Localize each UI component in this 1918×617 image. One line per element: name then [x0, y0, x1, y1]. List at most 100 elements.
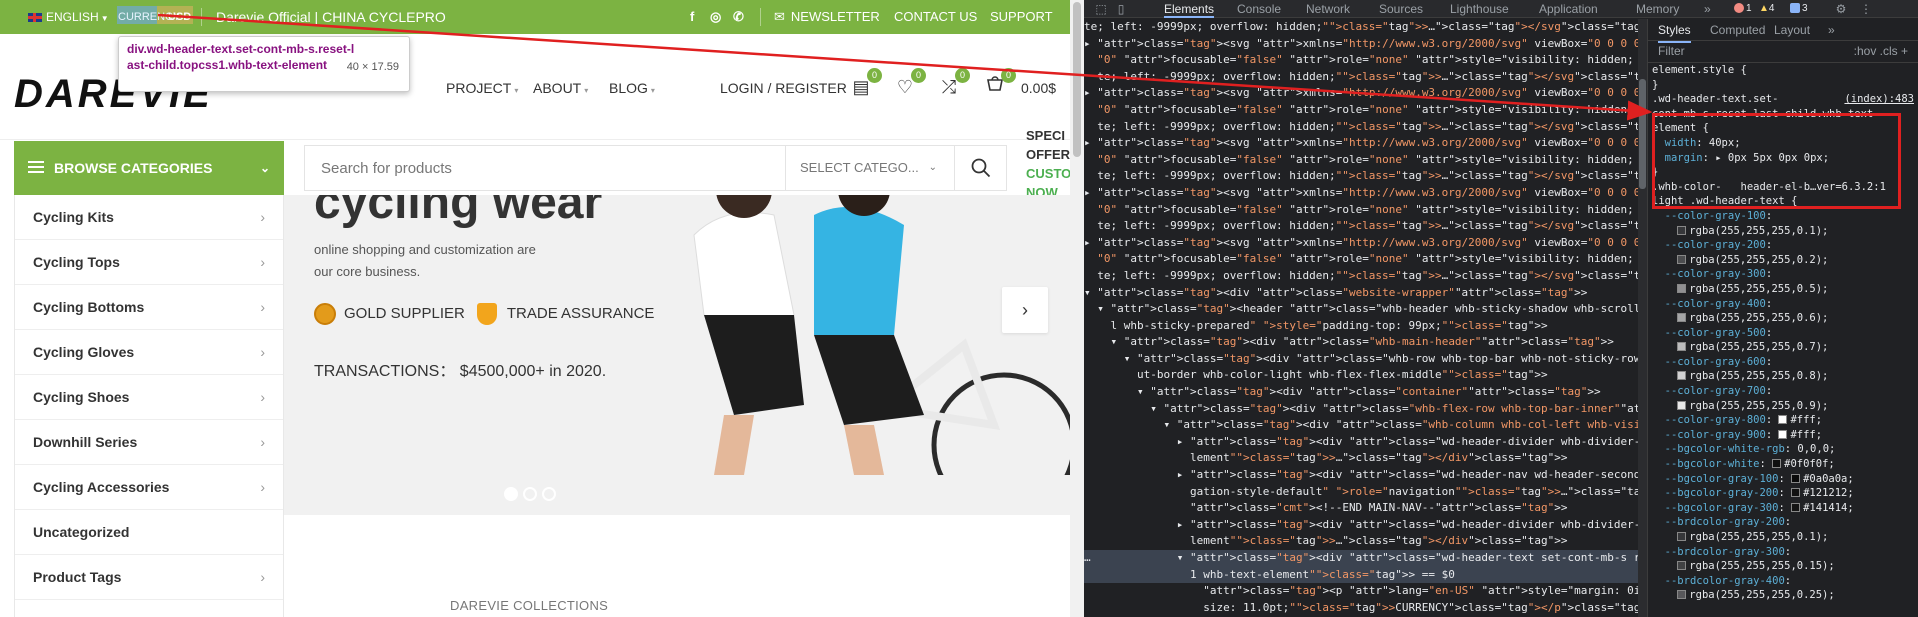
nav-item-blog[interactable]: BLOG ▾: [609, 80, 655, 96]
dom-node-line[interactable]: ▸ "attr">class="tag"><svg "attr">xmlns="…: [1084, 36, 1638, 53]
style-rule-line[interactable]: --color-gray-600:: [1652, 355, 1918, 370]
warning-count[interactable]: ▲4: [1759, 3, 1774, 15]
dom-node-line[interactable]: ▸ "attr">class="tag"><div "attr">class="…: [1084, 517, 1638, 534]
dom-node-line[interactable]: ▾ "attr">class="tag"><div "attr">class="…: [1084, 417, 1638, 434]
style-rule-line[interactable]: .wd-header-text.set- (index):483: [1652, 92, 1918, 107]
search-category-select[interactable]: SELECT CATEGO... ⌄: [785, 146, 955, 190]
dom-node-line[interactable]: lement"">class="tag">>…">class="tag"></d…: [1084, 533, 1638, 550]
search-input[interactable]: [305, 146, 785, 190]
dom-node-line[interactable]: te; left: -9999px; overflow: hidden;"">c…: [1084, 19, 1638, 36]
device-toolbar-icon[interactable]: ▯: [1114, 2, 1128, 16]
cart-total[interactable]: 0.00$: [1021, 80, 1056, 96]
more-tabs-button[interactable]: »: [1704, 0, 1711, 18]
dom-node-line[interactable]: gation-style-default" ">role="navigation…: [1084, 484, 1638, 501]
slider-dot[interactable]: [542, 487, 556, 501]
tab-console[interactable]: Console: [1237, 0, 1281, 18]
currency-value[interactable]: USD: [168, 0, 191, 34]
style-rule-line[interactable]: rgba(255,255,255,0.1);: [1652, 224, 1918, 239]
page-scrollbar[interactable]: [1070, 0, 1084, 617]
tab-styles[interactable]: Styles: [1658, 19, 1691, 43]
style-rule-line[interactable]: --brdcolor-gray-200:: [1652, 515, 1918, 530]
style-rule-line[interactable]: --color-gray-300:: [1652, 267, 1918, 282]
style-rule-line[interactable]: --color-gray-700:: [1652, 384, 1918, 399]
support-link[interactable]: SUPPORT: [990, 0, 1053, 34]
message-count[interactable]: 3: [1790, 3, 1808, 15]
whatsapp-icon[interactable]: ✆: [733, 0, 744, 34]
tab-sources[interactable]: Sources: [1379, 0, 1423, 18]
search-button[interactable]: [954, 146, 1006, 190]
scrollbar-thumb[interactable]: [1073, 2, 1081, 157]
language-switcher[interactable]: ENGLISH ▼: [28, 0, 109, 34]
dom-node-line[interactable]: ▾ "attr">class="tag"><div "attr">class="…: [1084, 401, 1638, 418]
elements-scrollbar[interactable]: [1638, 19, 1647, 617]
dom-node-line[interactable]: "0" "attr">focusable="false" "attr">role…: [1084, 52, 1638, 69]
style-rule-line[interactable]: --color-gray-800: #fff;: [1652, 413, 1918, 428]
settings-gear-icon[interactable]: ⚙: [1834, 2, 1848, 16]
style-rule-line[interactable]: rgba(255,255,255,0.5);: [1652, 282, 1918, 297]
dom-node-line[interactable]: te; left: -9999px; overflow: hidden;"">c…: [1084, 168, 1638, 185]
sidebar-item-cycling-shoes[interactable]: Cycling Shoes ›: [15, 375, 283, 420]
more-tabs-button[interactable]: »: [1828, 19, 1835, 41]
dom-node-line[interactable]: ▸ "attr">class="tag"><svg "attr">xmlns="…: [1084, 135, 1638, 152]
cart-button[interactable]: 0: [984, 68, 1016, 98]
more-options-icon[interactable]: ⋮: [1859, 2, 1873, 16]
style-rule-line[interactable]: --bgcolor-gray-100: #0a0a0a;: [1652, 472, 1918, 487]
dom-node-line[interactable]: te; left: -9999px; overflow: hidden;"">c…: [1084, 268, 1638, 285]
inspect-element-icon[interactable]: ⬚: [1094, 2, 1108, 16]
dom-node-line[interactable]: "0" "attr">focusable="false" "attr">role…: [1084, 152, 1638, 169]
dom-node-line[interactable]: ▾ "attr">class="tag"><div "attr">class="…: [1084, 384, 1638, 401]
dom-node-line[interactable]: ▸ "attr">class="tag"><svg "attr">xmlns="…: [1084, 235, 1638, 252]
style-rule-line[interactable]: rgba(255,255,255,0.2);: [1652, 253, 1918, 268]
sidebar-item-product-tags[interactable]: Product Tags ›: [15, 555, 283, 600]
dom-node-line[interactable]: l whb-sticky-prepared" ">style="padding-…: [1084, 318, 1638, 335]
dom-node-line[interactable]: ▸ "attr">class="tag"><div "attr">class="…: [1084, 467, 1638, 484]
contact-us-link[interactable]: CONTACT US: [894, 0, 977, 34]
style-source-link[interactable]: (index):483: [1844, 92, 1918, 107]
dom-node-line[interactable]: ▸ "attr">class="tag"><svg "attr">xmlns="…: [1084, 185, 1638, 202]
tab-memory[interactable]: Memory: [1636, 0, 1679, 18]
wishlist-button[interactable]: ♡ 0: [894, 68, 926, 98]
dom-node-line[interactable]: te; left: -9999px; overflow: hidden;"">c…: [1084, 119, 1638, 136]
sidebar-item-cycling-bottoms[interactable]: Cycling Bottoms ›: [15, 285, 283, 330]
style-rule-line[interactable]: element.style {: [1652, 63, 1918, 78]
dom-node-line[interactable]: ▸ "attr">class="tag"><div "attr">class="…: [1084, 434, 1638, 451]
tab-elements[interactable]: Elements: [1164, 0, 1215, 18]
style-rule-line[interactable]: --brdcolor-gray-300:: [1652, 545, 1918, 560]
dom-node-line[interactable]: te; left: -9999px; overflow: hidden;"">c…: [1084, 218, 1638, 235]
tab-layout[interactable]: Layout: [1774, 19, 1810, 41]
tab-application[interactable]: Application: [1539, 0, 1598, 18]
dom-node-line[interactable]: te; left: -9999px; overflow: hidden;"">c…: [1084, 69, 1638, 86]
style-rule-line[interactable]: --color-gray-400:: [1652, 297, 1918, 312]
style-rule-line[interactable]: rgba(255,255,255,0.25);: [1652, 588, 1918, 603]
newsletter-link[interactable]: ✉ NEWSLETTER: [774, 0, 880, 34]
dom-node-line[interactable]: lement"">class="tag">>…">class="tag"></d…: [1084, 450, 1638, 467]
style-rule-line[interactable]: --bgcolor-white: #0f0f0f;: [1652, 457, 1918, 472]
style-rule-line[interactable]: rgba(255,255,255,0.9);: [1652, 399, 1918, 414]
sidebar-item-cycling-tops[interactable]: Cycling Tops ›: [15, 240, 283, 285]
sidebar-item-cycling-gloves[interactable]: Cycling Gloves ›: [15, 330, 283, 375]
compare-button[interactable]: ⤮ 0: [938, 68, 970, 98]
sidebar-item-downhill-series[interactable]: Downhill Series ›: [15, 420, 283, 465]
dom-node-line[interactable]: ▾ "attr">class="tag"><div "attr">class="…: [1084, 334, 1638, 351]
dom-node-line[interactable]: … ▾ "attr">class="tag"><div "attr">class…: [1084, 550, 1638, 567]
scrollbar-thumb[interactable]: [1639, 79, 1646, 189]
slider-dot[interactable]: [504, 487, 518, 501]
sidebar-item-cycling-kits[interactable]: Cycling Kits ›: [15, 195, 283, 240]
style-rule-line[interactable]: rgba(255,255,255,0.7);: [1652, 340, 1918, 355]
dom-node-line[interactable]: ▾ "attr">class="tag"><div "attr">class="…: [1084, 351, 1638, 368]
style-rule-line[interactable]: rgba(255,255,255,0.15);: [1652, 559, 1918, 574]
style-rule-line[interactable]: --bgcolor-gray-200: #121212;: [1652, 486, 1918, 501]
dom-node-line[interactable]: size: 11.0pt;"">class="tag">>CURRENCY">c…: [1084, 600, 1638, 617]
style-rule-line[interactable]: --color-gray-500:: [1652, 326, 1918, 341]
sidebar-item-uncategorized[interactable]: Uncategorized: [15, 510, 283, 555]
dom-node-line[interactable]: "0" "attr">focusable="false" "attr">role…: [1084, 202, 1638, 219]
dom-node-line[interactable]: "attr">class="tag"><p "attr">lang="en-US…: [1084, 583, 1638, 600]
dom-node-line[interactable]: "attr">class="cmt"><!--END MAIN-NAV--"at…: [1084, 500, 1638, 517]
style-rule-line[interactable]: --bgcolor-white-rgb: 0,0,0;: [1652, 442, 1918, 457]
browse-categories-button[interactable]: BROWSE CATEGORIES ⌄: [14, 141, 284, 195]
slider-next-button[interactable]: ›: [1002, 287, 1048, 333]
compare-list-button[interactable]: ▤ 0: [850, 68, 882, 98]
tab-network[interactable]: Network: [1306, 0, 1350, 18]
slider-dot[interactable]: [523, 487, 537, 501]
styles-filter-tools[interactable]: :hov .cls +: [1854, 44, 1908, 58]
